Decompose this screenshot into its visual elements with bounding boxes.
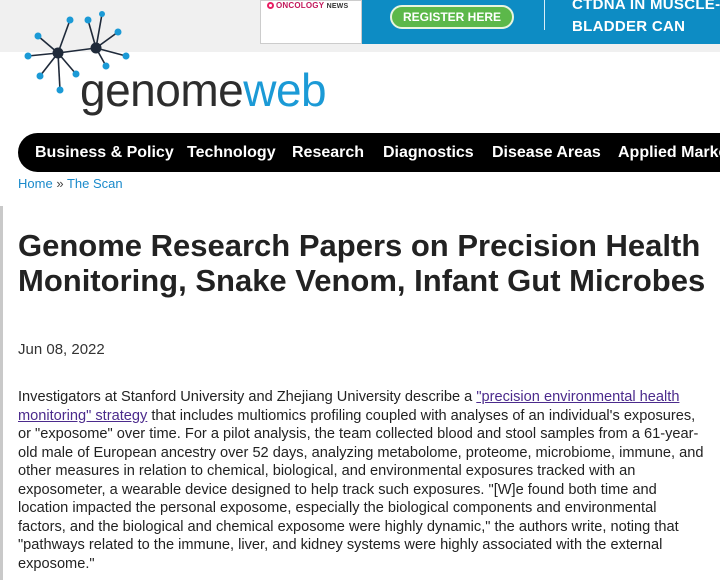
ad-brand-logo: ONCOLOGY NEWS [267,1,348,10]
register-here-button[interactable]: REGISTER HERE [390,5,514,29]
ad-brand-icon [267,2,274,9]
breadcrumb: Home » The Scan [18,176,123,191]
ad-brand-suffix: NEWS [326,3,349,10]
nav-item-diagnostics[interactable]: Diagnostics [383,133,474,172]
genomeweb-wordmark[interactable]: genomeweb [80,64,327,116]
article-title: Genome Research Papers on Precision Heal… [18,228,706,298]
ad-headline-line-1: CTDNA IN MUSCLE- [572,0,720,13]
breadcrumb-home-link[interactable]: Home [18,176,53,191]
wordmark-part-1: genome [80,64,244,116]
nav-item-business-policy[interactable]: Business & Policy [35,133,174,172]
banner-ad[interactable]: ONCOLOGY NEWS REGISTER HERE CTDNA IN MUS… [260,0,720,44]
article-body-paragraph: Investigators at Stanford University and… [18,388,708,573]
ad-headline-line-2: BLADDER CAN [572,18,686,35]
ad-brand-name: ONCOLOGY [276,1,325,10]
breadcrumb-separator: » [56,176,64,191]
breadcrumb-section-link[interactable]: The Scan [67,176,123,191]
article-date: Jun 08, 2022 [18,341,105,358]
ad-headline: CTDNA IN MUSCLE- BLADDER CAN [572,0,720,38]
nav-item-research[interactable]: Research [292,133,364,172]
main-nav: Business & Policy Technology Research Di… [18,133,720,172]
body-text-lead: Investigators at Stanford University and… [18,389,477,405]
nav-item-applied-markets[interactable]: Applied Markets [618,133,720,172]
ad-divider [544,0,545,30]
nav-item-technology[interactable]: Technology [187,133,276,172]
ad-main-panel: REGISTER HERE CTDNA IN MUSCLE- BLADDER C… [362,0,720,44]
wordmark-part-2: web [243,64,327,116]
ad-brand-panel: ONCOLOGY NEWS [260,0,362,44]
body-text-rest: that includes multiomics profiling coupl… [18,407,704,572]
left-edge-divider [0,206,3,580]
nav-item-disease-areas[interactable]: Disease Areas [492,133,601,172]
